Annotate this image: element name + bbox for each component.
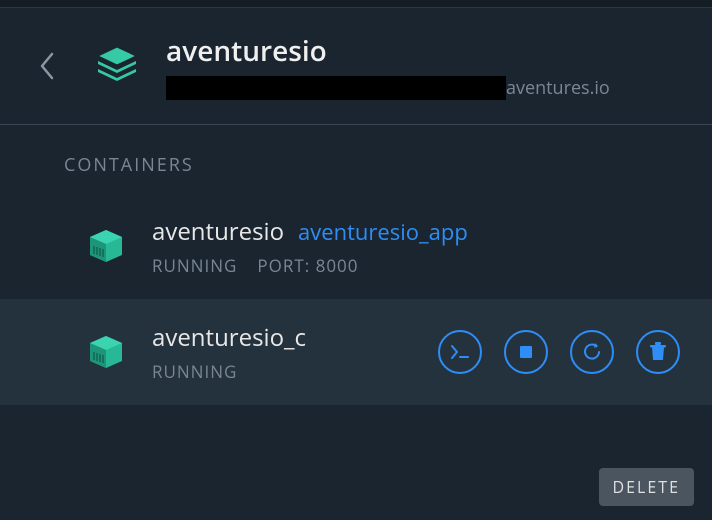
header-text: aventuresio aventures.io (166, 32, 610, 100)
container-row[interactable]: aventuresio_c RUNNING (0, 299, 712, 405)
subtitle: aventures.io (166, 76, 610, 100)
topbar (0, 0, 712, 8)
restart-button[interactable] (570, 330, 614, 374)
container-port: PORT: 8000 (257, 254, 358, 277)
container-status: RUNNING (152, 360, 237, 383)
page-title: aventuresio (166, 32, 610, 70)
delete-button[interactable]: DELETE (599, 468, 694, 506)
container-info: aventuresio_c RUNNING (152, 321, 426, 383)
container-name: aventuresio (152, 215, 284, 248)
container-name: aventuresio_c (152, 321, 306, 354)
container-link[interactable]: aventuresio_app (298, 217, 468, 247)
container-actions (438, 330, 680, 374)
back-button[interactable] (28, 46, 68, 86)
stop-icon (519, 345, 533, 359)
header: aventuresio aventures.io (0, 8, 712, 125)
container-icon (84, 224, 128, 268)
container-info: aventuresio aventuresio_app RUNNING PORT… (152, 215, 680, 277)
terminal-button[interactable] (438, 330, 482, 374)
container-row[interactable]: aventuresio aventuresio_app RUNNING PORT… (0, 193, 712, 299)
container-icon (84, 330, 128, 374)
stop-button[interactable] (504, 330, 548, 374)
subtitle-domain: aventures.io (506, 76, 610, 100)
section-label-containers: CONTAINERS (0, 125, 712, 193)
chevron-left-icon (38, 50, 58, 82)
delete-container-button[interactable] (636, 330, 680, 374)
redacted-block (166, 76, 506, 100)
terminal-icon (450, 344, 470, 360)
trash-icon (649, 342, 667, 362)
stack-icon (92, 41, 142, 91)
container-status: RUNNING (152, 254, 237, 277)
restart-icon (581, 341, 603, 363)
